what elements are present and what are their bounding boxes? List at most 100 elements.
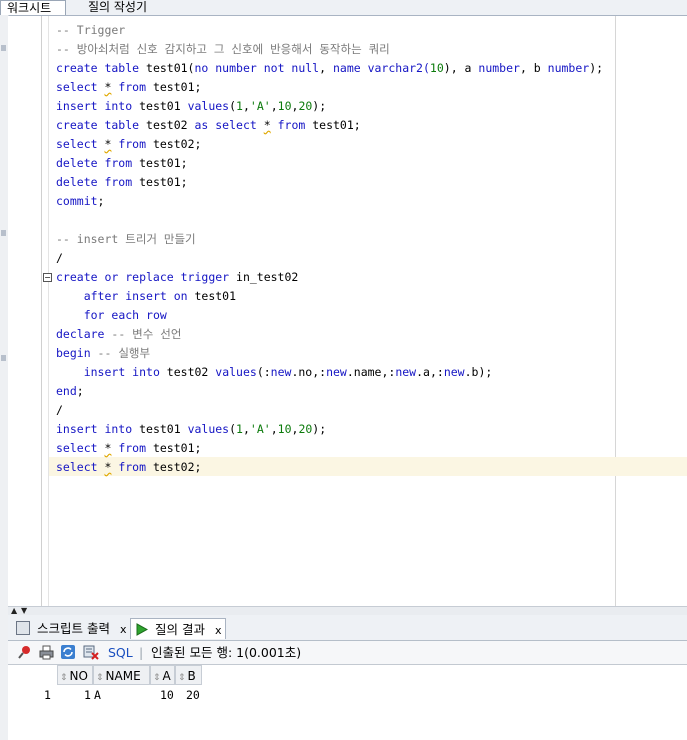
- code-line[interactable]: delete from test01;: [56, 173, 603, 192]
- code-line[interactable]: declare -- 변수 선언: [56, 325, 603, 344]
- code-token: create table: [56, 61, 147, 75]
- code-line[interactable]: end;: [56, 382, 603, 401]
- column-header-label: B: [187, 669, 196, 683]
- code-token: 20: [298, 99, 313, 113]
- code-token: begin: [56, 346, 98, 360]
- code-token: (: [229, 422, 237, 436]
- code-token: 10: [429, 61, 444, 75]
- tab-script-output-label: 스크립트 출력: [36, 621, 110, 636]
- code-token: in_test02: [236, 270, 299, 284]
- code-token: test01: [139, 99, 188, 113]
- code-line[interactable]: create table test02 as select * from tes…: [56, 116, 603, 135]
- cell-a[interactable]: 10: [160, 686, 174, 704]
- code-token: ,: [242, 99, 250, 113]
- results-grid[interactable]: ⇕ NO ⇕ NAME ⇕ A ⇕ B 1 1 A 10 20: [8, 665, 687, 740]
- script-output-icon: [16, 621, 30, 635]
- code-line[interactable]: select * from test02;: [56, 458, 603, 477]
- code-token: ,: [270, 422, 278, 436]
- code-line[interactable]: /: [56, 401, 603, 420]
- code-token: test02: [166, 365, 216, 379]
- cell-no[interactable]: 1: [84, 686, 91, 704]
- code-token: test01;: [139, 156, 188, 170]
- pin-icon[interactable]: [16, 644, 32, 660]
- cell-b[interactable]: 20: [186, 686, 200, 704]
- code-line[interactable]: -- insert 트리거 만들기: [56, 230, 603, 249]
- code-line[interactable]: select * from test01;: [56, 78, 603, 97]
- code-token: from: [270, 118, 313, 132]
- tab-query-result[interactable]: 질의 결과 x: [130, 618, 227, 639]
- output-tabbar: 스크립트 출력 x 질의 결과 x: [8, 615, 687, 641]
- column-header-b[interactable]: ⇕ B: [175, 665, 202, 685]
- code-token: ,: [319, 61, 333, 75]
- code-token: 20: [298, 422, 313, 436]
- code-line[interactable]: after insert on test01: [56, 287, 603, 306]
- tab-query-builder[interactable]: 질의 작성기: [82, 0, 153, 15]
- collapse-up-icon[interactable]: ▲: [11, 607, 17, 615]
- code-line[interactable]: create table test01(no number not null , …: [56, 59, 603, 78]
- code-line[interactable]: for each row: [56, 306, 603, 325]
- toolbar-separator: |: [139, 645, 144, 660]
- code-line[interactable]: create or replace trigger in_test02: [56, 268, 603, 287]
- code-line[interactable]: -- Trigger: [56, 21, 603, 40]
- fold-toggle-icon[interactable]: −: [43, 273, 52, 282]
- code-token: test01;: [139, 175, 188, 189]
- code-token: insert into: [56, 422, 140, 436]
- tab-worksheet[interactable]: 워크시트: [0, 0, 66, 15]
- code-line[interactable]: commit;: [56, 192, 603, 211]
- code-token: from: [111, 460, 153, 474]
- code-token: *: [263, 118, 271, 132]
- code-token: test02;: [152, 137, 202, 151]
- code-line[interactable]: begin -- 실행부: [56, 344, 603, 363]
- panel-splitter[interactable]: ▲ ▼: [8, 606, 687, 615]
- tab-script-output[interactable]: 스크립트 출력 x: [12, 618, 130, 639]
- code-token: values: [215, 365, 257, 379]
- run-icon: [136, 623, 149, 636]
- code-token: 'A': [249, 99, 271, 113]
- code-token: 10: [277, 99, 292, 113]
- print-icon[interactable]: [38, 644, 54, 660]
- column-header-a[interactable]: ⇕ A: [150, 665, 175, 685]
- sql-link[interactable]: SQL: [108, 644, 133, 661]
- code-line[interactable]: /: [56, 249, 603, 268]
- code-line[interactable]: select * from test02;: [56, 135, 603, 154]
- column-header-no[interactable]: ⇕ NO: [57, 665, 93, 685]
- code-line[interactable]: [56, 211, 603, 230]
- refresh-icon[interactable]: [60, 644, 76, 660]
- code-token: delete from: [56, 156, 140, 170]
- cell-name[interactable]: A: [94, 686, 101, 704]
- code-token: new: [326, 365, 347, 379]
- sql-editor[interactable]: − -- Trigger -- 방아쇠처럼 신호 감지하고 그 신호에 반응해서 …: [8, 16, 687, 606]
- sort-icon: ⇕: [178, 673, 186, 683]
- code-token: for each row: [83, 308, 167, 322]
- sort-icon: ⇕: [60, 673, 68, 683]
- close-query-result-icon[interactable]: x: [215, 624, 222, 637]
- code-line[interactable]: insert into test02 values(:new.no,:new.n…: [56, 363, 603, 382]
- code-line[interactable]: insert into test01 values(1,'A',10,20);: [56, 420, 603, 439]
- code-token: );: [312, 99, 327, 113]
- code-token: create table: [56, 118, 147, 132]
- code-token: -- insert 트리거 만들기: [56, 232, 196, 246]
- code-token: /: [56, 403, 63, 417]
- collapse-down-icon[interactable]: ▼: [21, 607, 27, 615]
- code-token: (: [229, 99, 237, 113]
- code-token: .name,:: [346, 365, 396, 379]
- code-line[interactable]: insert into test01 values(1,'A',10,20);: [56, 97, 603, 116]
- code-token: test01;: [152, 441, 202, 455]
- code-line[interactable]: select * from test01;: [56, 439, 603, 458]
- code-line[interactable]: delete from test01;: [56, 154, 603, 173]
- code-token: number: [547, 61, 590, 75]
- fold-gutter-divider: [48, 16, 49, 606]
- code-token: no number not null: [194, 61, 320, 75]
- column-header-name[interactable]: ⇕ NAME: [93, 665, 150, 685]
- code-line[interactable]: -- 방아쇠처럼 신호 감지하고 그 신호에 반응해서 동작하는 쿼리: [56, 40, 603, 59]
- code-token: after insert on: [83, 289, 195, 303]
- close-script-output-icon[interactable]: x: [120, 623, 127, 636]
- code-token: );: [312, 422, 327, 436]
- code-token: delete from: [56, 175, 140, 189]
- clear-icon[interactable]: [83, 644, 99, 660]
- code-token: /: [56, 251, 63, 265]
- code-token: new: [270, 365, 292, 379]
- code-token: from: [111, 80, 153, 94]
